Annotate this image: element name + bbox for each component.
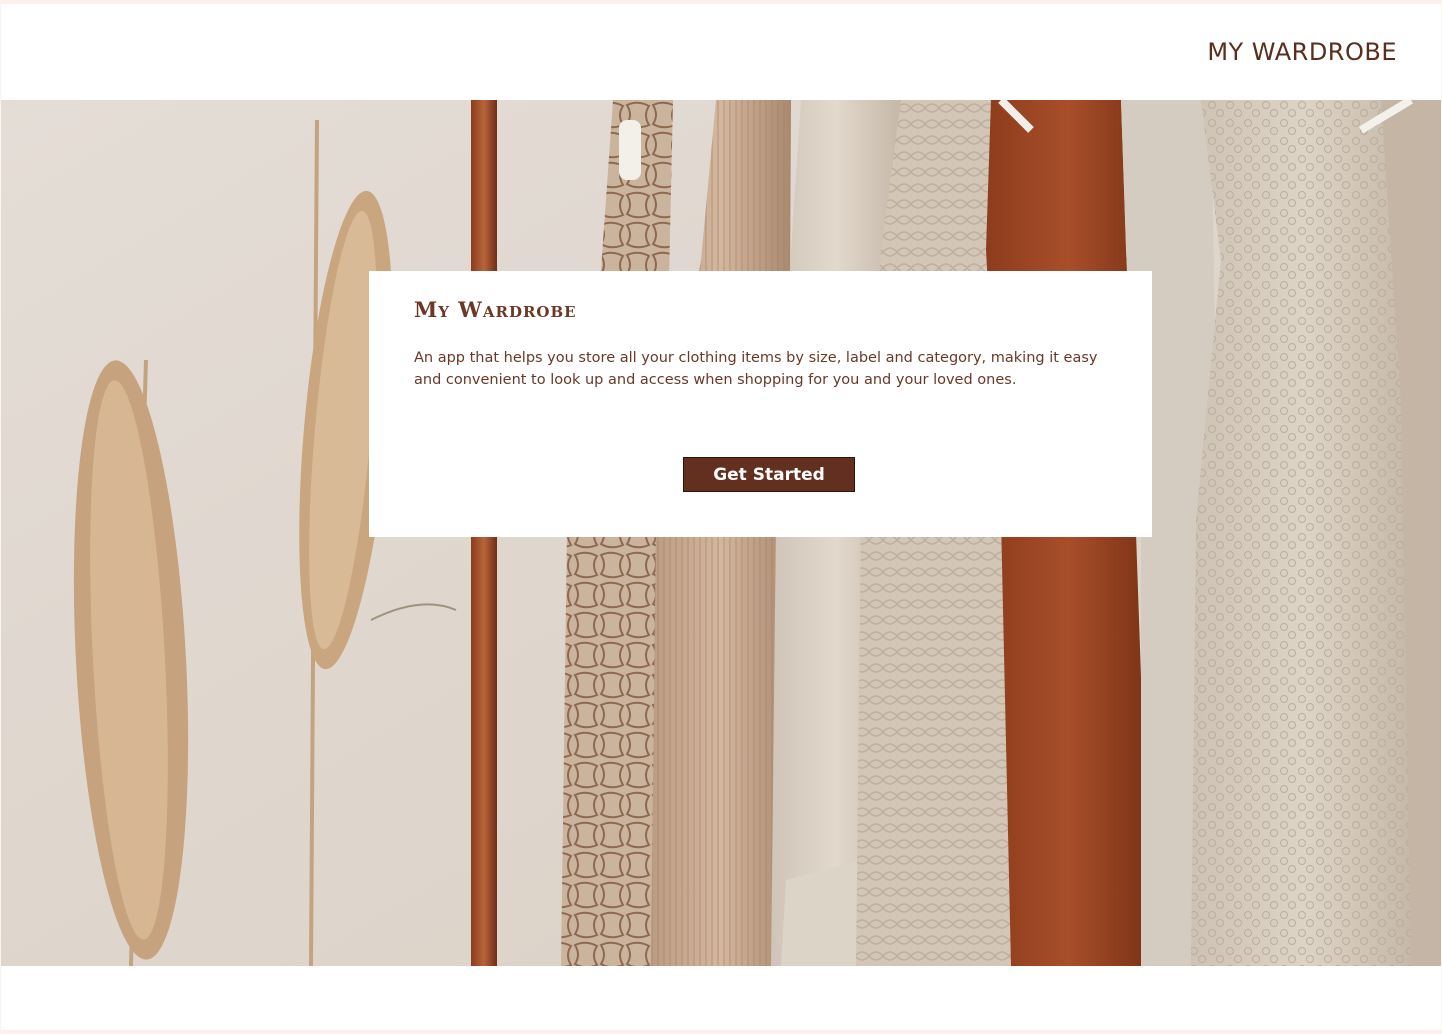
card-title: My Wardrobe	[414, 297, 577, 322]
card-description: An app that helps you store all your clo…	[414, 350, 1098, 388]
header-title: MY WARDROBE	[1207, 38, 1397, 66]
page-bottom-strip	[0, 1030, 1442, 1034]
intro-card: My Wardrobe An app that helps you store …	[369, 271, 1152, 537]
get-started-button[interactable]: Get Started	[683, 457, 855, 492]
header: MY WARDROBE	[1, 4, 1441, 100]
footer	[1, 966, 1441, 1030]
